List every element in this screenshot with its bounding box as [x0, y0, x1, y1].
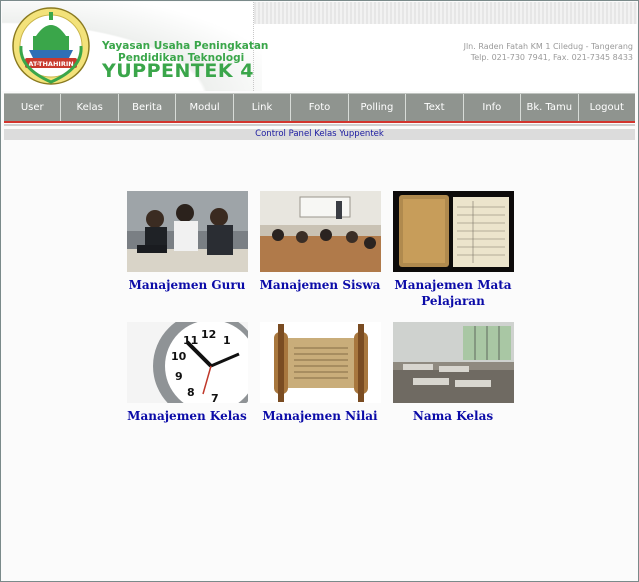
page-frame: AT-THAHIRIN Yayasan Usaha Peningkatan Pe… [0, 0, 639, 582]
teachers-photo-icon [126, 191, 248, 272]
nav-item-buku-tamu[interactable]: Bk. Tamu [521, 94, 579, 121]
nav-item-berita[interactable]: Berita [119, 94, 177, 121]
svg-text:10: 10 [171, 350, 187, 363]
module-tile-nama-kelas[interactable]: Nama Kelas [388, 322, 518, 424]
svg-text:9: 9 [175, 370, 183, 383]
module-label[interactable]: Manajemen Mata Pelajaran [388, 277, 518, 309]
clock-photo-icon: 1211 1 1098 7 [126, 322, 248, 403]
ledger-book-photo-icon [392, 191, 514, 272]
nav-item-link[interactable]: Link [234, 94, 292, 121]
svg-text:12: 12 [201, 328, 216, 341]
classroom-photo-icon [259, 191, 381, 272]
brand-title: YUPPENTEK 4 [102, 60, 254, 82]
module-tile-nilai[interactable]: Manajemen Nilai [255, 322, 385, 424]
nav-item-polling[interactable]: Polling [349, 94, 407, 121]
module-tile-guru[interactable]: Manajemen Guru [122, 191, 252, 293]
school-logo-icon: AT-THAHIRIN [12, 7, 90, 85]
scroll-photo-icon [259, 322, 381, 403]
nav-accent-line [4, 121, 635, 123]
address-line2: Telp. 021-730 7941, Fax. 021-7345 8433 [470, 53, 633, 62]
nav-item-text[interactable]: Text [406, 94, 464, 121]
svg-text:1: 1 [223, 334, 231, 347]
org-name-line1: Yayasan Usaha Peningkatan [102, 40, 269, 52]
main-nav: User Kelas Berita Modul Link Foto Pollin… [4, 93, 635, 121]
module-tile-mata-pelajaran[interactable]: Manajemen Mata Pelajaran [388, 191, 518, 309]
header-stripe [254, 2, 637, 24]
module-label[interactable]: Manajemen Guru [122, 277, 252, 293]
nav-separator [4, 124, 635, 126]
control-panel-title: Control Panel Kelas Yuppentek [4, 129, 635, 140]
module-label[interactable]: Manajemen Siswa [255, 277, 385, 293]
module-label[interactable]: Nama Kelas [388, 408, 518, 424]
address-line1: Jln. Raden Fatah KM 1 Ciledug - Tangeran… [463, 42, 633, 51]
nav-item-kelas[interactable]: Kelas [61, 94, 119, 121]
svg-text:7: 7 [211, 392, 219, 403]
module-tile-siswa[interactable]: Manajemen Siswa [255, 191, 385, 293]
nav-item-user[interactable]: User [4, 94, 62, 121]
module-label[interactable]: Manajemen Nilai [255, 408, 385, 424]
nav-item-foto[interactable]: Foto [291, 94, 349, 121]
empty-classroom-photo-icon [392, 322, 514, 403]
svg-text:AT-THAHIRIN: AT-THAHIRIN [28, 60, 73, 68]
nav-item-info[interactable]: Info [464, 94, 522, 121]
svg-text:8: 8 [187, 386, 195, 399]
nav-item-logout[interactable]: Logout [579, 94, 635, 121]
module-label[interactable]: Manajemen Kelas [122, 408, 252, 424]
site-header: AT-THAHIRIN Yayasan Usaha Peningkatan Pe… [2, 2, 637, 91]
nav-item-modul[interactable]: Modul [176, 94, 234, 121]
module-tile-kelas[interactable]: 12 11 1 10 9 8 7 Manajemen Kelas [122, 322, 252, 424]
